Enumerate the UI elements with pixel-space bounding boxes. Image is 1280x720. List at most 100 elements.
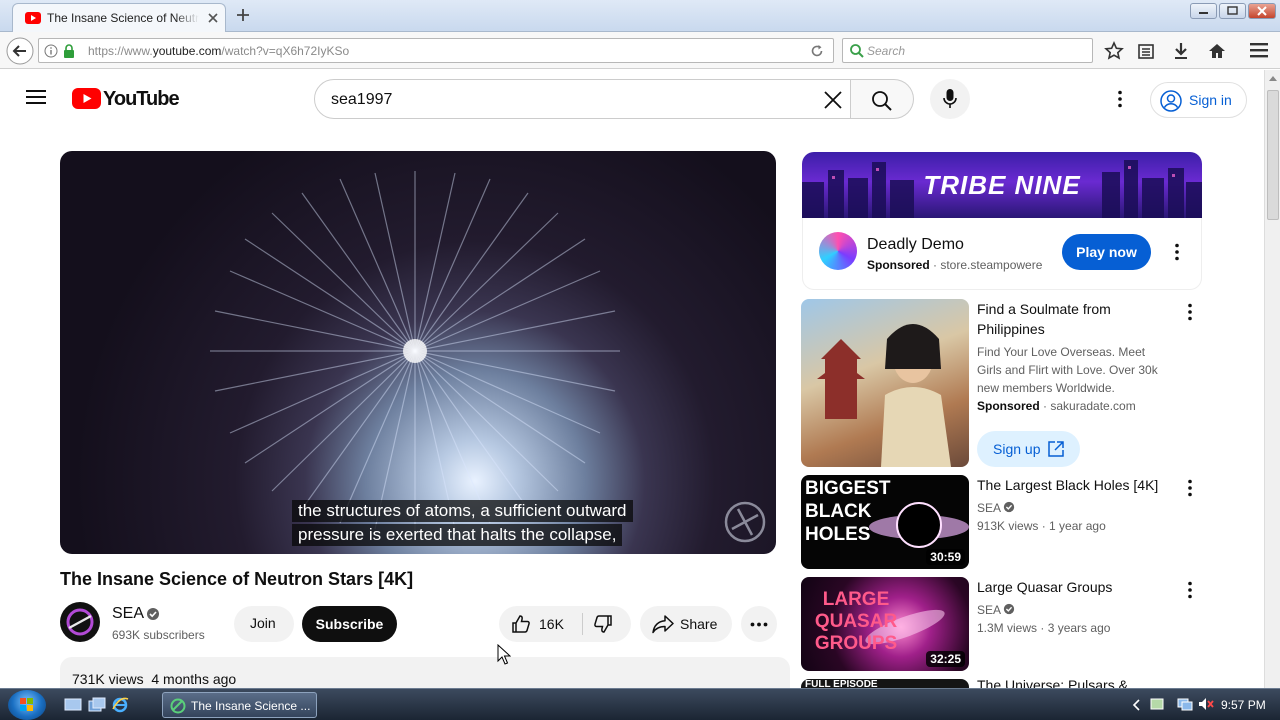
rec-1-meta: 913K views · 1 year ago <box>977 519 1106 533</box>
rec-2-thumb-text: LARGE QUASAR GROUPS <box>814 589 898 654</box>
like-dislike-group: 16K <box>499 606 631 642</box>
ad-banner-image[interactable]: TRIBE NINE <box>802 152 1202 218</box>
ad-app-logo <box>819 232 857 270</box>
thumbs-up-icon <box>511 614 531 634</box>
tray-app-icon[interactable] <box>1149 696 1165 712</box>
caption-line-2: pressure is exerted that halts the colla… <box>292 524 623 546</box>
caption-line-1: the structures of atoms, a sufficient ou… <box>292 500 633 522</box>
browser-tab-title: The Insane Science of Neutr <box>47 11 199 25</box>
rec-0-title[interactable]: Find a Soulmate from Philippines <box>977 299 1167 339</box>
clear-search-icon[interactable] <box>823 90 843 110</box>
search-icon <box>871 90 893 112</box>
switch-windows-icon[interactable] <box>88 697 106 713</box>
browser-tab[interactable]: The Insane Science of Neutr <box>12 3 226 32</box>
channel-avatar[interactable] <box>60 602 100 642</box>
channel-name[interactable]: SEA <box>112 605 144 623</box>
more-actions-button[interactable] <box>741 606 777 642</box>
rec-0-description: Find Your Love Overseas. Meet Girls and … <box>977 345 1158 395</box>
download-icon[interactable] <box>1172 41 1190 61</box>
youtube-logo[interactable]: YouTube <box>72 88 180 110</box>
sponsored-ad-card[interactable]: Deadly Demo Sponsored · store.steampower… <box>802 218 1202 290</box>
close-tab-icon[interactable] <box>207 12 219 24</box>
windows-logo-icon <box>20 698 33 711</box>
youtube-search-input[interactable]: sea1997 <box>314 79 851 119</box>
scroll-up-icon[interactable] <box>1269 76 1277 81</box>
sign-up-label: Sign up <box>993 441 1041 457</box>
scrollbar-thumb[interactable] <box>1267 90 1279 220</box>
like-button[interactable]: 16K <box>499 606 582 642</box>
rec-3-title-clip: The Universe: Pulsars & <box>977 679 1177 688</box>
neutron-star-burst-graphic <box>210 171 620 531</box>
play-now-button[interactable]: Play now <box>1062 234 1151 270</box>
rec-1-title[interactable]: The Largest Black Holes [4K] <box>977 475 1167 495</box>
minimize-button[interactable] <box>1190 3 1217 19</box>
sign-in-button[interactable]: Sign in <box>1150 82 1247 118</box>
settings-more-icon[interactable] <box>1117 90 1123 108</box>
bookmarks-list-icon[interactable] <box>1137 42 1155 60</box>
subscribe-button[interactable]: Subscribe <box>302 606 397 642</box>
rec-1-thumbnail[interactable]: BIGGEST BLACK HOLES 30:59 <box>801 475 969 569</box>
browser-menu-icon[interactable] <box>1250 42 1268 58</box>
back-icon[interactable] <box>6 37 34 65</box>
rec-3-title[interactable]: The Universe: Pulsars & <box>977 679 1177 688</box>
internet-explorer-icon[interactable] <box>111 696 129 714</box>
ad-more-icon[interactable] <box>1174 243 1180 261</box>
bookmark-star-icon[interactable] <box>1104 41 1124 61</box>
search-query-text: sea1997 <box>331 91 393 108</box>
show-desktop-icon[interactable] <box>64 697 82 713</box>
search-button[interactable] <box>851 79 914 119</box>
rec-2-thumbnail[interactable]: LARGE QUASAR GROUPS 32:25 <box>801 577 969 671</box>
channel-watermark-icon <box>724 501 766 543</box>
youtube-logo-text: YouTube <box>103 88 180 110</box>
rec-1-thumb-text: BIGGEST BLACK HOLES <box>805 478 891 545</box>
verified-badge-icon <box>146 607 160 621</box>
search-engine-icon[interactable] <box>849 43 865 59</box>
taskbar-clock[interactable]: 9:57 PM <box>1221 698 1266 712</box>
home-icon[interactable] <box>1207 41 1227 61</box>
rec-2-more-icon[interactable] <box>1180 581 1200 605</box>
video-player[interactable]: the structures of atoms, a sufficient ou… <box>60 151 776 554</box>
browser-task-icon <box>170 698 186 714</box>
rec-3-thumb-text: FULL EPISODE <box>805 679 878 689</box>
show-hidden-icons-icon[interactable] <box>1132 699 1140 711</box>
network-icon[interactable] <box>1177 696 1193 712</box>
rec-1-duration: 30:59 <box>926 549 965 565</box>
join-button[interactable]: Join <box>234 606 294 642</box>
youtube-header: YouTube sea1997 Sign in <box>0 70 1264 128</box>
hamburger-menu-icon[interactable] <box>26 89 46 105</box>
video-title: The Insane Science of Neutron Stars [4K] <box>60 569 414 589</box>
maximize-button[interactable] <box>1219 3 1246 19</box>
microphone-icon <box>943 89 957 109</box>
rec-1-more-icon[interactable] <box>1180 479 1200 503</box>
taskbar-browser-item[interactable]: The Insane Science ... <box>162 692 317 718</box>
rec-3-thumbnail[interactable]: FULL EPISODE <box>801 679 969 688</box>
rec-1-channel[interactable]: SEA <box>977 501 1001 515</box>
share-button[interactable]: Share <box>640 606 732 642</box>
rec-0-sponsor-line: Sponsored · sakuradate.com <box>977 399 1136 413</box>
address-bar[interactable]: https://www.youtube.com/watch?v=qX6h72Iy… <box>38 38 834 63</box>
rec-0-more-icon[interactable] <box>1180 303 1200 327</box>
close-window-button[interactable] <box>1248 3 1276 19</box>
rec-2-title[interactable]: Large Quasar Groups <box>977 577 1167 597</box>
youtube-favicon-icon <box>25 12 41 24</box>
external-link-icon <box>1047 440 1065 458</box>
start-button[interactable] <box>8 690 46 720</box>
reload-icon[interactable] <box>810 44 824 58</box>
info-icon[interactable] <box>44 44 58 58</box>
youtube-play-icon <box>72 88 101 109</box>
dislike-button[interactable] <box>583 606 631 642</box>
new-tab-icon[interactable] <box>236 8 250 22</box>
share-label: Share <box>680 616 718 632</box>
sponsored-thumbnail[interactable] <box>801 299 969 467</box>
volume-muted-icon[interactable] <box>1197 696 1215 712</box>
video-caption: the structures of atoms, a sufficient ou… <box>292 500 633 548</box>
lock-icon <box>63 44 75 58</box>
browser-search-box[interactable]: Search <box>842 38 1093 63</box>
rec-2-channel[interactable]: SEA <box>977 603 1001 617</box>
sign-up-button[interactable]: Sign up <box>977 431 1080 467</box>
voice-search-button[interactable] <box>930 79 970 119</box>
mouse-cursor-icon <box>497 644 511 666</box>
browser-search-placeholder: Search <box>867 44 906 58</box>
page-scrollbar[interactable] <box>1264 70 1280 688</box>
account-icon <box>1160 90 1182 112</box>
